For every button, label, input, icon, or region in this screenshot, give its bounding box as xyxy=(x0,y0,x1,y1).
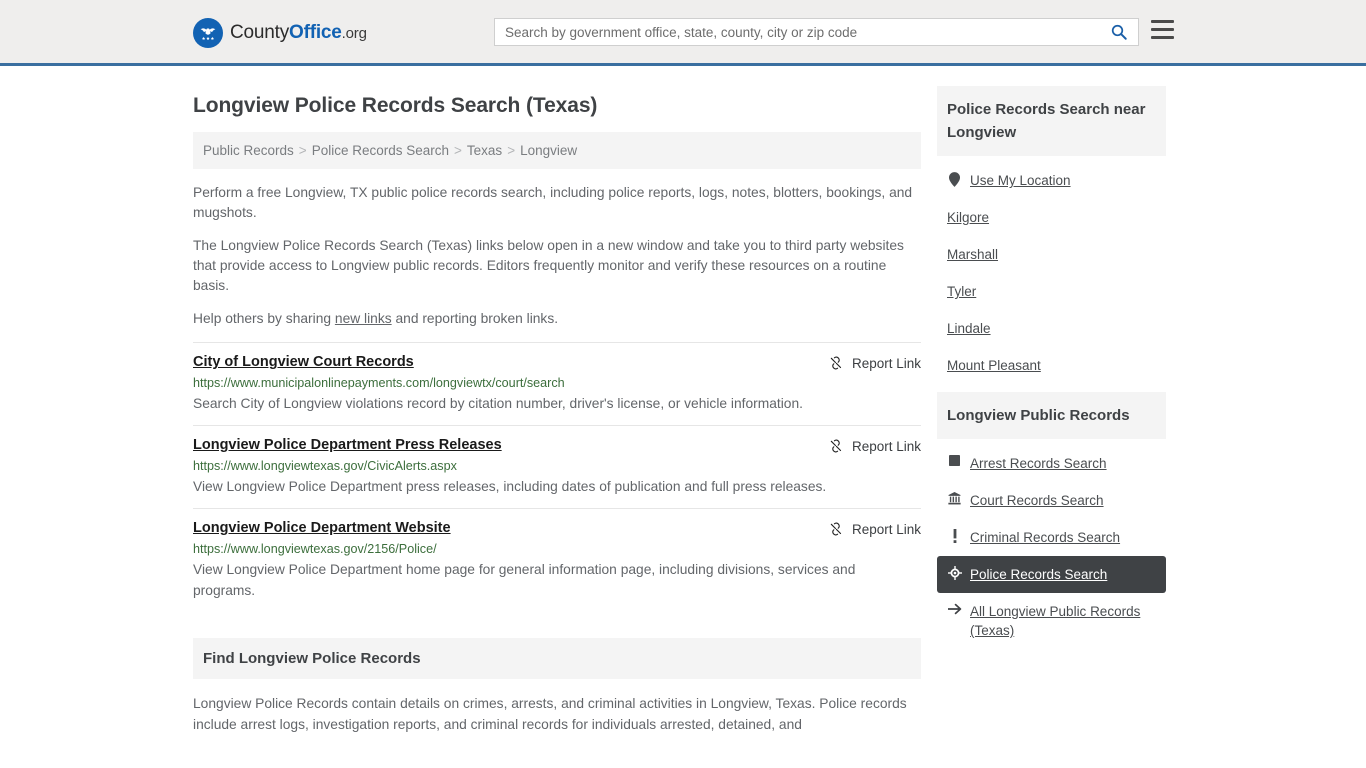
hamburger-bar-1 xyxy=(1151,20,1174,23)
broken-link-icon xyxy=(830,356,842,370)
sidebar-item-police-records-search[interactable]: Police Records Search xyxy=(937,556,1166,593)
sidebar-item-label: Criminal Records Search xyxy=(970,530,1121,545)
sidebar-item-label: Lindale xyxy=(947,321,991,336)
result-description: Search City of Longview violations recor… xyxy=(193,396,803,411)
find-records-body: Longview Police Records contain details … xyxy=(193,696,907,732)
result-description: View Longview Police Department home pag… xyxy=(193,562,856,598)
sidebar-item-label: Mount Pleasant xyxy=(947,358,1041,373)
hamburger-bar-3 xyxy=(1151,36,1174,39)
site-logo-text: CountyOffice.org xyxy=(230,22,367,44)
result-url: https://www.longviewtexas.gov/CivicAlert… xyxy=(193,459,457,473)
result-item: City of Longview Court Records Report Li… xyxy=(193,342,921,425)
breadcrumb-separator-2: > xyxy=(454,143,462,158)
search-button[interactable] xyxy=(1100,19,1138,45)
breadcrumb-item-texas[interactable]: Texas xyxy=(467,143,502,158)
result-header: Longview Police Department Press Release… xyxy=(193,437,921,454)
content-container: Longview Police Records Search (Texas) P… xyxy=(193,86,1173,735)
sidebar-item-marshall[interactable]: Marshall xyxy=(937,236,1166,273)
logo-text-office: Office xyxy=(289,22,342,43)
page-body: Longview Police Records Search (Texas) P… xyxy=(0,66,1366,735)
square-icon xyxy=(947,454,962,466)
sidebar-item-label: Use My Location xyxy=(970,173,1071,188)
public-records-panel-heading: Longview Public Records xyxy=(937,392,1166,439)
sidebar-item-label: Marshall xyxy=(947,247,999,262)
result-item: Longview Police Department Press Release… xyxy=(193,425,921,508)
logo-text-county: County xyxy=(230,22,290,43)
result-title-link[interactable]: Longview Police Department Website xyxy=(193,520,451,536)
sidebar-item-label: All Longview Public Records (Texas) xyxy=(970,604,1141,638)
nearby-list: Use My Location Kilgore Marshall Tyler L… xyxy=(937,156,1166,384)
find-records-heading: Find Longview Police Records xyxy=(193,638,921,679)
result-header: Longview Police Department Website Repor… xyxy=(193,520,921,537)
breadcrumb-separator-3: > xyxy=(507,143,516,158)
map-pin-icon xyxy=(947,171,962,187)
badge-target-icon xyxy=(947,565,962,580)
site-header: CountyOffice.org xyxy=(0,0,1366,66)
search-input[interactable] xyxy=(495,24,1100,40)
public-records-panel: Longview Public Records Arrest Records S… xyxy=(937,392,1166,649)
sidebar-item-tyler[interactable]: Tyler xyxy=(937,273,1166,310)
breadcrumb-item-police-records-search[interactable]: Police Records Search xyxy=(312,143,449,158)
report-link-button[interactable]: Report Link xyxy=(828,520,921,537)
result-item: Longview Police Department Website Repor… xyxy=(193,508,921,612)
sidebar-item-all-public-records[interactable]: All Longview Public Records (Texas) xyxy=(937,593,1166,649)
eagle-emblem-icon xyxy=(193,18,223,48)
breadcrumb-item-longview[interactable]: Longview xyxy=(520,143,577,158)
find-records-section: Find Longview Police Records Longview Po… xyxy=(193,638,921,735)
result-url: https://www.municipalonlinepayments.com/… xyxy=(193,376,565,390)
page-title: Longview Police Records Search (Texas) xyxy=(193,94,598,117)
nearby-panel: Police Records Search near Longview Use … xyxy=(937,86,1166,384)
intro-paragraph-2: The Longview Police Records Search (Texa… xyxy=(193,238,904,293)
hamburger-menu-icon[interactable] xyxy=(1151,20,1174,39)
sidebar-item-criminal-records-search[interactable]: Criminal Records Search xyxy=(937,519,1166,556)
result-title-link[interactable]: City of Longview Court Records xyxy=(193,354,414,370)
breadcrumb: Public Records > Police Records Search > Tex… xyxy=(193,132,921,169)
intro-p3-after: and reporting broken links. xyxy=(391,311,559,326)
sidebar-item-label: Arrest Records Search xyxy=(970,456,1107,471)
sidebar-item-lindale[interactable]: Lindale xyxy=(937,310,1166,347)
arrow-right-icon xyxy=(947,602,962,615)
report-link-button[interactable]: Report Link xyxy=(828,354,921,371)
report-link-label: Report Link xyxy=(851,438,921,454)
result-description: View Longview Police Department press re… xyxy=(193,479,827,494)
sidebar-item-label: Tyler xyxy=(947,284,977,299)
intro-text: Perform a free Longview, TX public polic… xyxy=(193,183,921,329)
broken-link-icon xyxy=(830,522,842,536)
sidebar-item-label: Police Records Search xyxy=(970,567,1108,582)
result-url: https://www.longviewtexas.gov/2156/Polic… xyxy=(193,542,437,556)
result-title-link[interactable]: Longview Police Department Press Release… xyxy=(193,437,502,453)
sidebar-item-arrest-records-search[interactable]: Arrest Records Search xyxy=(937,445,1166,482)
search-icon xyxy=(1111,24,1127,40)
logo-text-org: .org xyxy=(341,25,367,42)
sidebar-item-kilgore[interactable]: Kilgore xyxy=(937,199,1166,236)
intro-paragraph-3: Help others by sharing new links and rep… xyxy=(193,309,921,329)
hamburger-bar-2 xyxy=(1151,28,1174,31)
sidebar-item-use-my-location[interactable]: Use My Location xyxy=(937,162,1166,199)
search-box[interactable] xyxy=(494,18,1139,46)
new-links-link[interactable]: new links xyxy=(335,311,392,326)
nearby-panel-heading: Police Records Search near Longview xyxy=(937,86,1166,156)
site-logo[interactable]: CountyOffice.org xyxy=(193,18,367,48)
breadcrumb-separator-1: > xyxy=(298,143,307,158)
courthouse-icon xyxy=(947,491,962,505)
report-link-label: Report Link xyxy=(851,521,921,537)
public-records-list: Arrest Records Search Court Records Sear… xyxy=(937,439,1166,649)
exclamation-icon xyxy=(947,528,962,543)
sidebar: Police Records Search near Longview Use … xyxy=(937,86,1166,735)
sidebar-item-label: Kilgore xyxy=(947,210,990,225)
report-link-button[interactable]: Report Link xyxy=(828,437,921,454)
intro-paragraph-1: Perform a free Longview, TX public polic… xyxy=(193,185,913,220)
main-column: Longview Police Records Search (Texas) P… xyxy=(193,86,921,735)
intro-p3-before: Help others by sharing xyxy=(193,311,335,326)
report-link-label: Report Link xyxy=(851,355,921,371)
breadcrumb-item-public-records[interactable]: Public Records xyxy=(203,143,294,158)
sidebar-item-label: Court Records Search xyxy=(970,493,1104,508)
result-header: City of Longview Court Records Report Li… xyxy=(193,354,921,371)
broken-link-icon xyxy=(830,439,842,453)
sidebar-item-court-records-search[interactable]: Court Records Search xyxy=(937,482,1166,519)
sidebar-item-mount-pleasant[interactable]: Mount Pleasant xyxy=(937,347,1166,384)
